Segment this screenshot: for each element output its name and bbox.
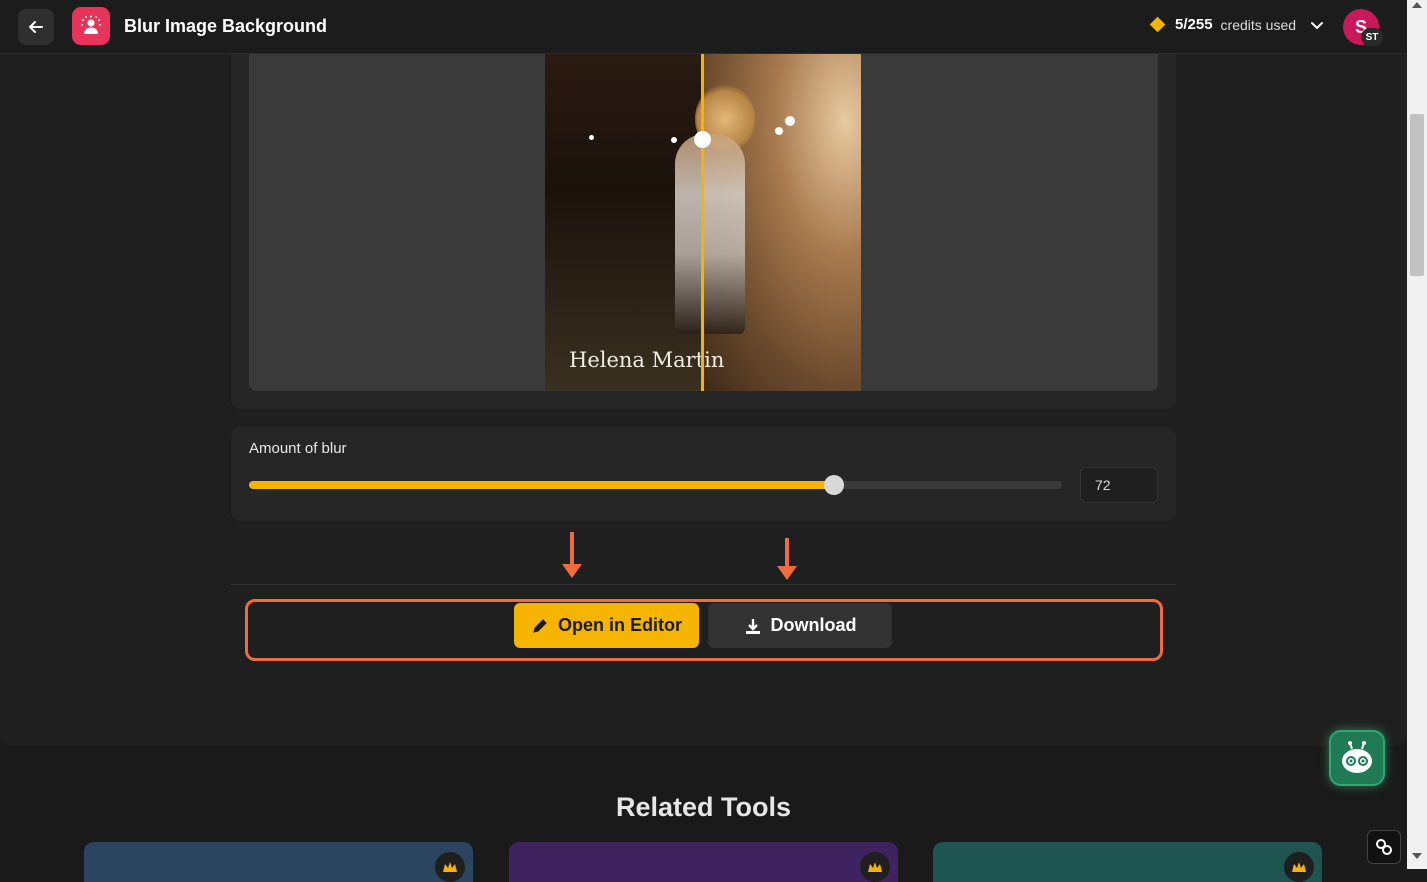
blur-slider-thumb[interactable] (824, 475, 845, 495)
blur-person-icon (81, 15, 101, 34)
chevron-down-icon (1311, 21, 1324, 29)
download-icon (745, 618, 760, 634)
blur-slider-fill (249, 481, 835, 489)
open-in-editor-label: Open in Editor (558, 615, 682, 635)
blur-panel: Amount of blur 72 (231, 427, 1176, 521)
credits-count: 5/255 (1175, 16, 1213, 33)
blur-value-input[interactable]: 72 (1080, 467, 1158, 503)
link-button[interactable] (1367, 830, 1401, 864)
related-tool-card[interactable] (509, 842, 898, 882)
credits-label: credits used (1220, 16, 1297, 33)
compare-split-line[interactable] (701, 54, 704, 391)
scrollbar[interactable] (1407, 0, 1427, 869)
pencil-icon (533, 618, 547, 633)
bokeh-light (589, 135, 594, 140)
app-logo (72, 7, 110, 45)
highlight-box (245, 599, 1163, 661)
compare-split-handle[interactable] (694, 131, 711, 148)
avatar-badge: ST (1361, 28, 1383, 46)
preview-image[interactable]: Helena Martin (545, 54, 861, 391)
bokeh-light (775, 127, 783, 135)
back-button[interactable] (18, 9, 54, 45)
bokeh-light (671, 137, 677, 143)
scroll-down-arrow-icon[interactable] (1412, 853, 1422, 859)
blur-slider[interactable] (249, 475, 1062, 495)
diamond-icon (1149, 16, 1166, 33)
scrollbar-thumb[interactable] (1410, 114, 1424, 276)
related-tool-card[interactable] (933, 842, 1322, 882)
annotation-arrow (777, 538, 797, 582)
blur-label: Amount of blur (249, 440, 347, 457)
related-tools-heading: Related Tools (615, 792, 792, 822)
crown-icon (860, 852, 890, 882)
bokeh-light (785, 116, 795, 126)
robot-icon (1342, 741, 1372, 773)
download-button[interactable]: Download (708, 603, 892, 648)
crown-icon (435, 852, 465, 882)
arrow-left-icon (29, 21, 43, 33)
crown-icon (1284, 852, 1314, 882)
assistant-bot-button[interactable] (1329, 730, 1385, 786)
page-title: Blur Image Background (124, 16, 328, 36)
credits-dropdown[interactable]: 5/255 credits used (1149, 16, 1324, 33)
related-tool-card[interactable] (84, 842, 473, 882)
link-icon (1376, 839, 1392, 855)
top-bar: Blur Image Background 5/255 credits used… (0, 0, 1407, 54)
open-in-editor-button[interactable]: Open in Editor (514, 603, 699, 648)
person-shape (675, 134, 745, 334)
divider (231, 584, 1176, 585)
annotation-arrow (562, 532, 582, 580)
scroll-up-arrow-icon[interactable] (1412, 2, 1422, 8)
download-label: Download (770, 615, 857, 635)
